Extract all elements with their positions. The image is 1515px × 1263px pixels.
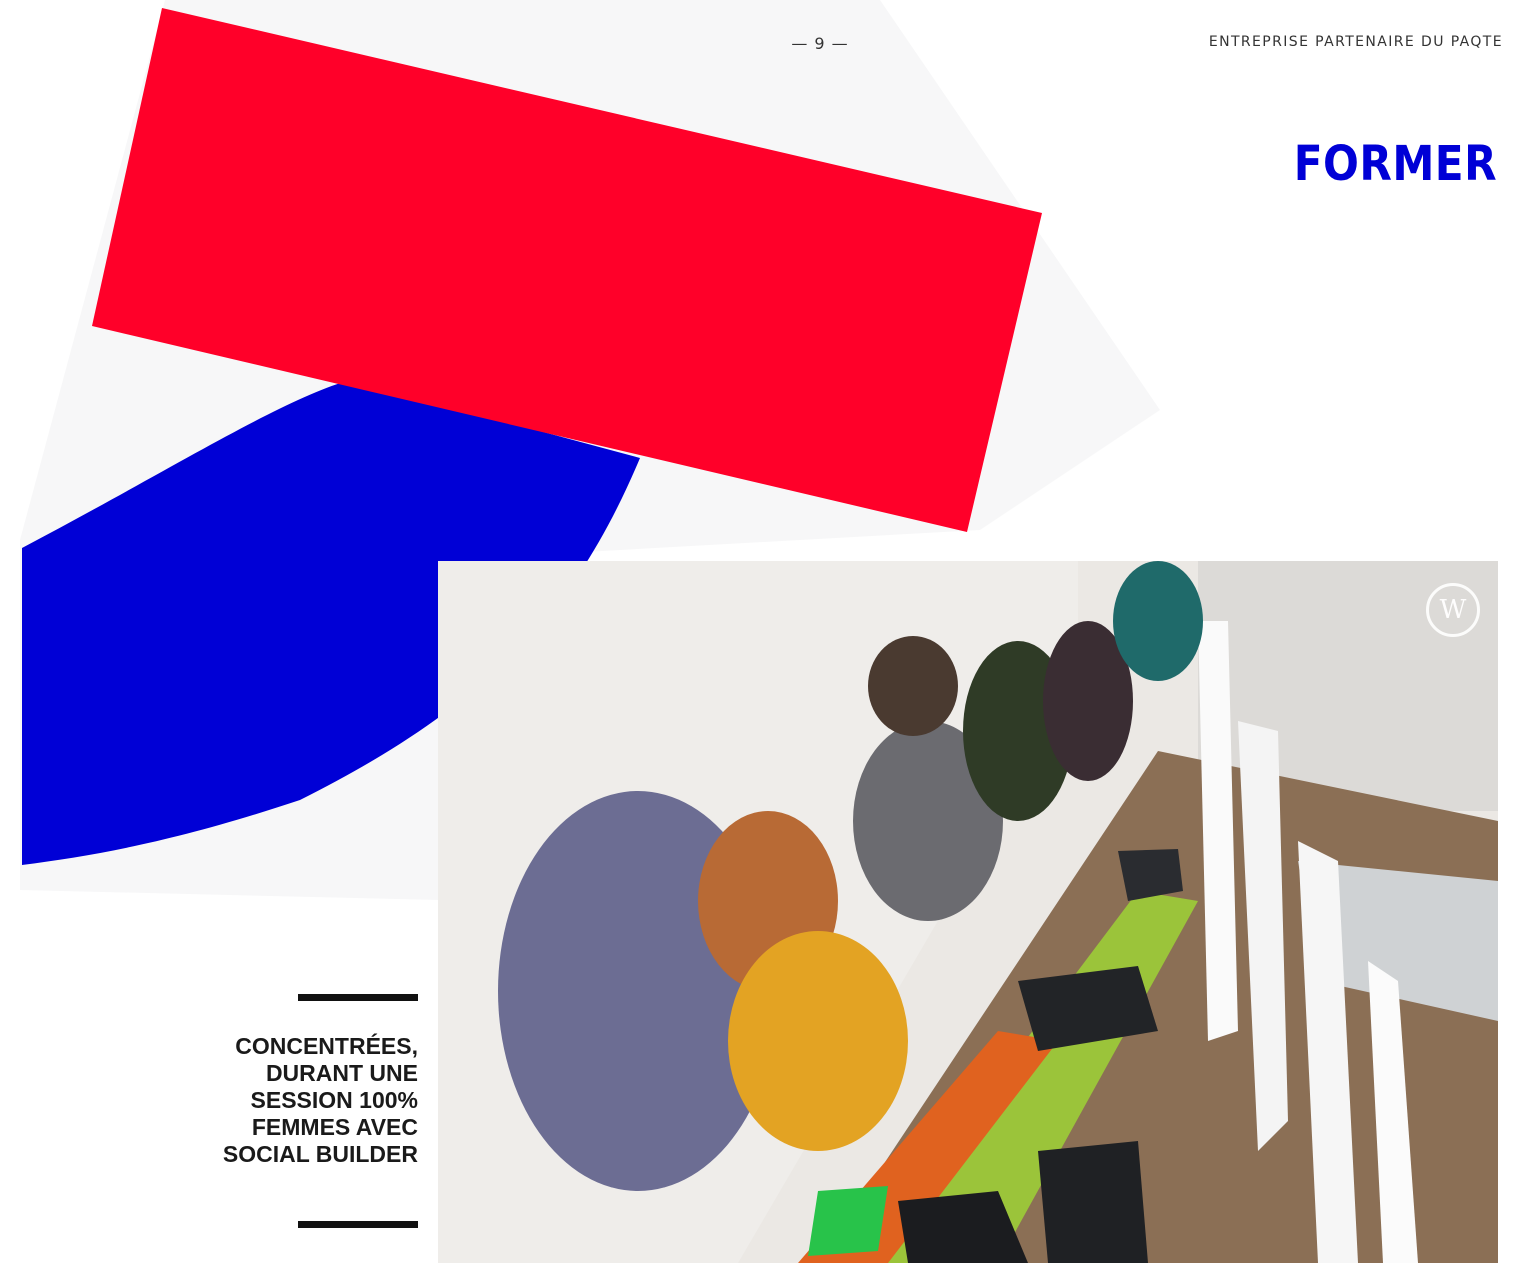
photographer-logo: W: [1426, 583, 1480, 637]
caption-line: DURANT UNE: [265, 1060, 418, 1086]
photo-caption: CONCENTRÉES, DURANT UNE SESSION 100% FEM…: [150, 1033, 418, 1168]
caption-line: FEMMES AVEC: [251, 1114, 418, 1140]
classroom-photo: W: [438, 561, 1498, 1263]
document-header-label: ENTREPRISE PARTENAIRE DU PAQTE: [1208, 34, 1503, 50]
section-title: FORMER: [1293, 136, 1497, 192]
caption-top-rule: [298, 994, 418, 1001]
caption-line: SESSION 100%: [250, 1087, 418, 1113]
caption-line: SOCIAL BUILDER: [222, 1141, 418, 1167]
page-number: — 9 —: [791, 34, 849, 53]
caption-line: CONCENTRÉES,: [235, 1033, 418, 1059]
caption-bottom-rule: [298, 1221, 418, 1228]
